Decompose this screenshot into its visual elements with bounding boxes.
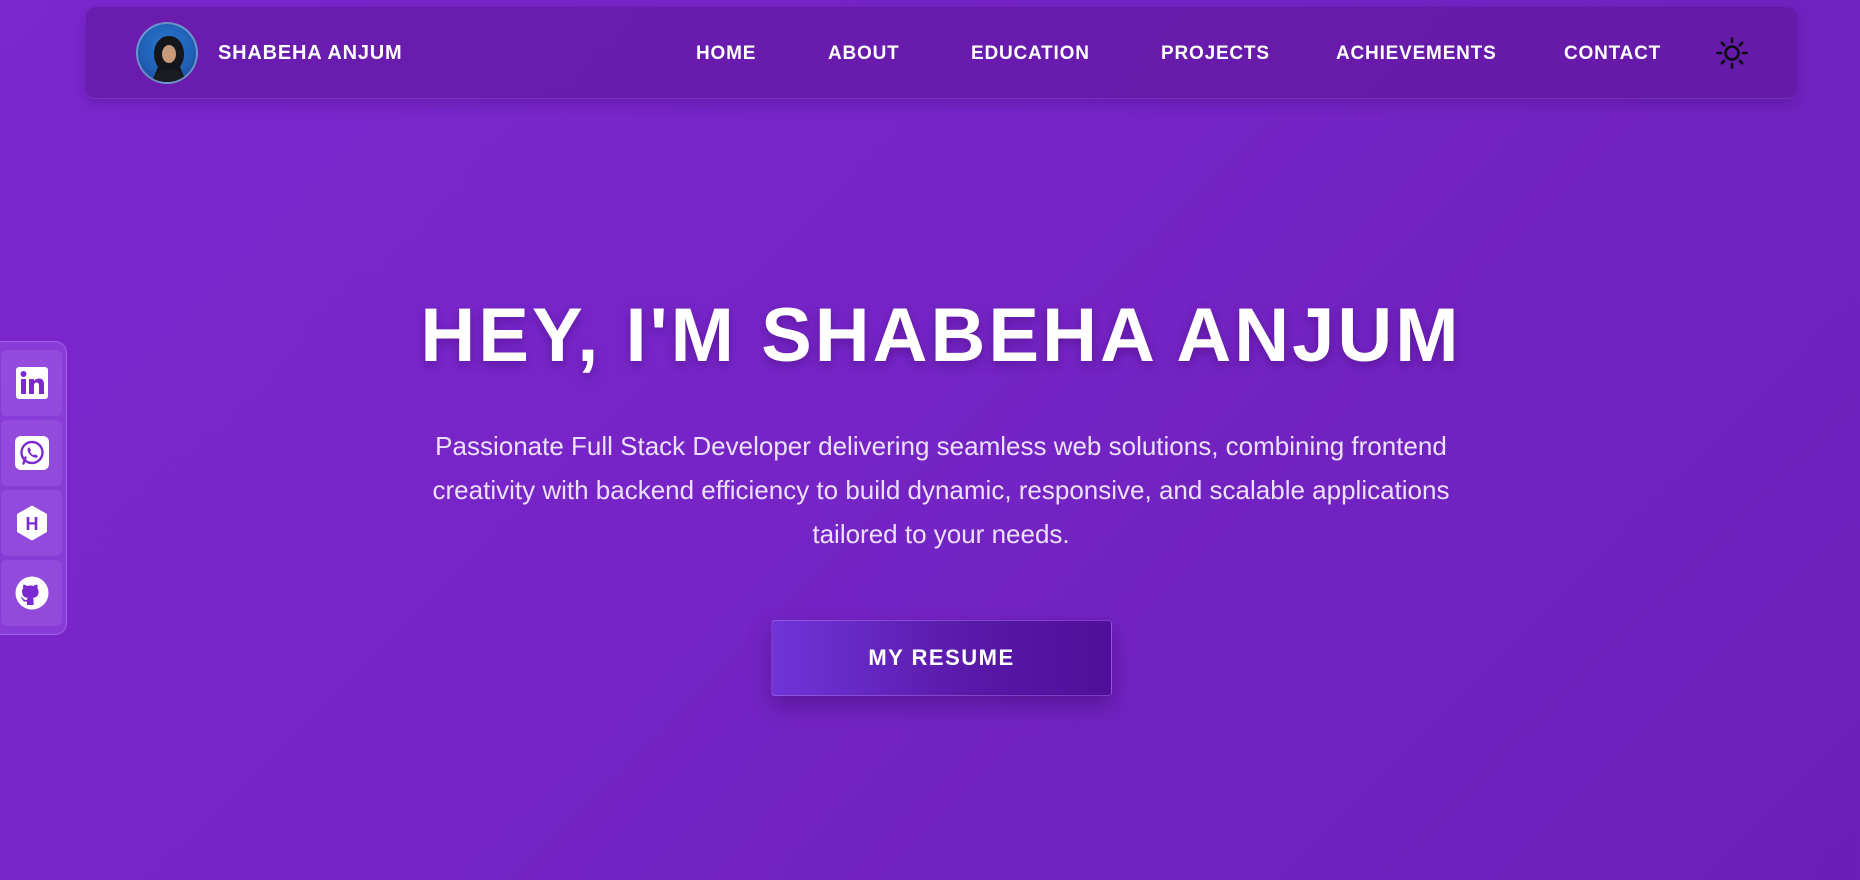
hashnode-icon: H [16,505,47,541]
nav-about[interactable]: ABOUT [828,43,900,65]
theme-toggle-button[interactable] [1715,36,1749,70]
nav-home[interactable]: HOME [696,43,756,65]
svg-text:H: H [25,514,38,534]
github-icon [15,576,48,610]
nav-contact[interactable]: CONTACT [1564,43,1661,65]
whatsapp-icon [14,436,49,470]
nav-achievements[interactable]: ACHIEVEMENTS [1336,43,1497,65]
resume-button[interactable]: MY RESUME [771,620,1112,696]
hero-title: HEY, I'M SHABEHA ANJUM [420,293,1462,378]
whatsapp-link[interactable] [1,420,62,486]
sun-icon [1716,37,1748,69]
github-link[interactable] [1,560,62,626]
nav-links: HOME ABOUT EDUCATION PROJECTS ACHIEVEMEN… [86,7,1797,99]
hero-description: Passionate Full Stack Developer deliveri… [432,431,1450,549]
nav-projects[interactable]: PROJECTS [1161,43,1270,65]
hashnode-link[interactable]: H [1,490,62,556]
nav-education[interactable]: EDUCATION [971,43,1090,65]
navbar: SHABEHA ANJUM HOME ABOUT EDUCATION PROJE… [86,7,1797,99]
social-sidebar: H [0,341,67,635]
